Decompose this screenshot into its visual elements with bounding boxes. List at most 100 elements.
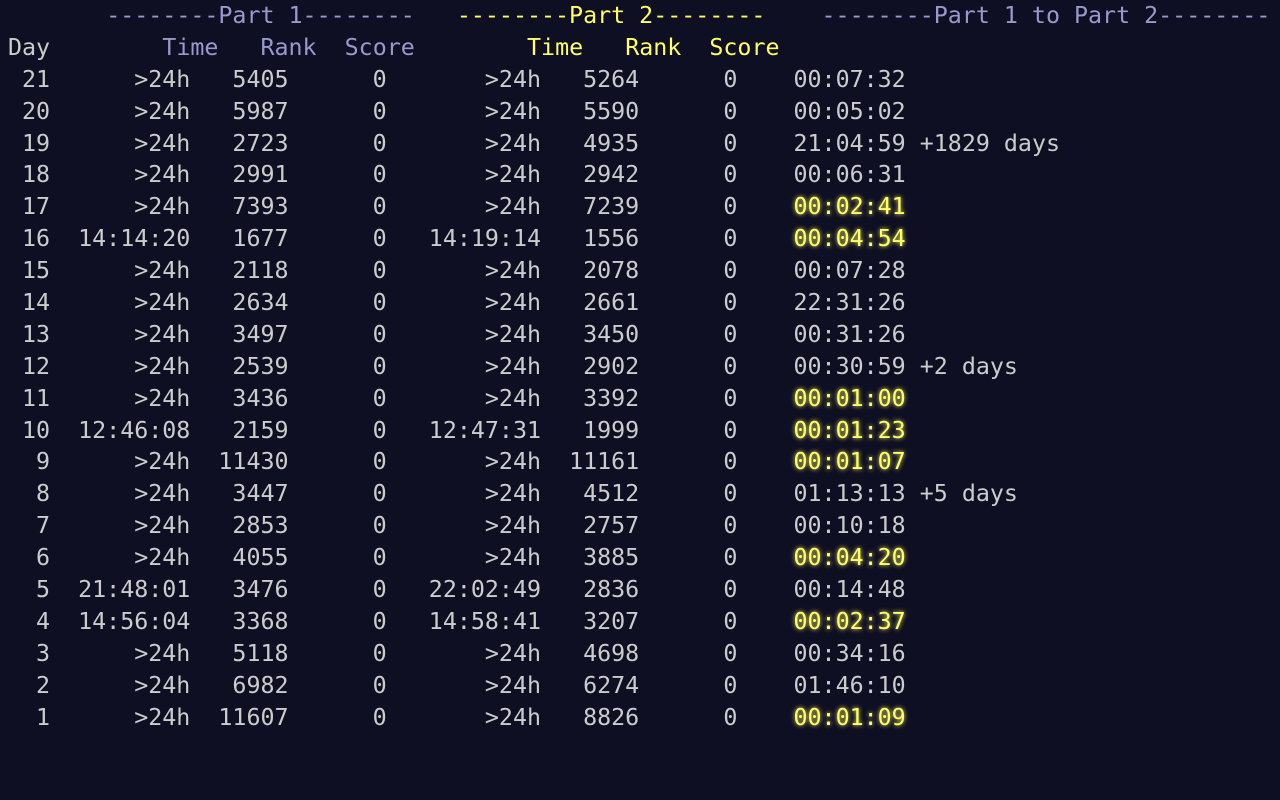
part2-score-cell: 0 — [639, 576, 738, 604]
part1-time-cell: >24h — [50, 257, 191, 285]
part2-score-cell: 0 — [639, 671, 738, 699]
table-row: 18 >24h 2991 0 >24h 2942 0 00:06:31 — [8, 159, 1270, 191]
delta-time-cell: 00:07:32 — [793, 65, 906, 93]
delta-time-cell: 01:13:13 — [793, 480, 906, 508]
part2-time-cell: >24h — [386, 161, 542, 189]
part2-rank-cell: 2836 — [541, 576, 640, 604]
part2-group-header: --------Part 2-------- — [456, 2, 766, 29]
part2-time-cell: >24h — [386, 480, 542, 508]
table-row: 13 >24h 3497 0 >24h 3450 0 00:31:26 — [8, 319, 1270, 351]
table-row: 5 21:48:01 3476 0 22:02:49 2836 0 00:14:… — [8, 574, 1270, 606]
part1-time-cell: 14:56:04 — [50, 607, 191, 635]
part2-time-cell: >24h — [386, 512, 542, 540]
part2-rank-cell: 4935 — [541, 129, 640, 157]
part1-rank-cell: 2634 — [190, 289, 289, 317]
day-cell: 1 — [8, 703, 51, 731]
part2-time-cell: 12:47:31 — [386, 416, 542, 444]
part2-rank-cell: 2078 — [541, 257, 640, 285]
day-cell: 3 — [8, 639, 51, 667]
part2-score-cell: 0 — [639, 225, 738, 253]
table-row: 12 >24h 2539 0 >24h 2902 0 00:30:59 +2 d… — [8, 351, 1270, 383]
day-column-header: Day — [8, 33, 51, 61]
part1-score-cell: 0 — [288, 225, 387, 253]
part1-rank-cell: 7393 — [190, 193, 289, 221]
part1-score-cell: 0 — [288, 320, 387, 348]
column-header-row: Day Time Rank Score Time Rank Score — [8, 32, 1270, 64]
part1-score-cell: 0 — [288, 193, 387, 221]
part1-score-cell: 0 — [288, 671, 387, 699]
part2-rank-cell: 4512 — [541, 480, 640, 508]
part2-rank-cell: 3207 — [541, 607, 640, 635]
day-cell: 6 — [8, 544, 51, 572]
table-row: 11 >24h 3436 0 >24h 3392 0 00:01:00 — [8, 383, 1270, 415]
part1-time-cell: >24h — [50, 65, 191, 93]
day-cell: 21 — [8, 65, 51, 93]
delta-time-cell: 00:30:59 — [793, 352, 906, 380]
part1-rank-cell: 2853 — [190, 512, 289, 540]
day-cell: 14 — [8, 289, 51, 317]
part2-score-cell: 0 — [639, 289, 738, 317]
day-cell: 8 — [8, 480, 51, 508]
delta-time-cell: 00:01:23 — [793, 416, 906, 444]
delta-time-cell: 00:04:54 — [793, 225, 906, 253]
part2-rank-cell: 8826 — [541, 703, 640, 731]
part2-rank-cell: 2661 — [541, 289, 640, 317]
part2-score-cell: 0 — [639, 193, 738, 221]
delta-time-cell: 00:01:00 — [793, 384, 906, 412]
part1-rank-header: Rank — [260, 33, 317, 61]
part2-time-header: Time — [527, 33, 584, 61]
table-row: 21 >24h 5405 0 >24h 5264 0 00:07:32 — [8, 64, 1270, 96]
day-cell: 2 — [8, 671, 51, 699]
part1-score-cell: 0 — [288, 448, 387, 476]
part1-time-cell: >24h — [50, 512, 191, 540]
part2-rank-cell: 7239 — [541, 193, 640, 221]
part1-time-cell: >24h — [50, 193, 191, 221]
part1-time-cell: >24h — [50, 544, 191, 572]
delta-time-cell: 00:07:28 — [793, 257, 906, 285]
day-cell: 11 — [8, 384, 51, 412]
day-cell: 19 — [8, 129, 51, 157]
delta-time-cell: 21:04:59 — [793, 129, 906, 157]
part2-time-cell: >24h — [386, 129, 542, 157]
day-cell: 10 — [8, 416, 51, 444]
part1-rank-cell: 2991 — [190, 161, 289, 189]
part1-rank-cell: 3476 — [190, 576, 289, 604]
part1-group-header: --------Part 1-------- — [106, 2, 415, 29]
delta-time-cell: 00:06:31 — [793, 161, 906, 189]
table-row: 17 >24h 7393 0 >24h 7239 0 00:02:41 — [8, 191, 1270, 223]
day-cell: 5 — [8, 576, 51, 604]
part1-rank-cell: 2118 — [190, 257, 289, 285]
part1-rank-cell: 3436 — [190, 384, 289, 412]
day-cell: 18 — [8, 161, 51, 189]
part1-time-cell: >24h — [50, 97, 191, 125]
part1-rank-cell: 5987 — [190, 97, 289, 125]
part1-rank-cell: 2723 — [190, 129, 289, 157]
delta-time-cell: 00:01:07 — [793, 448, 906, 476]
part1-rank-cell: 3497 — [190, 320, 289, 348]
delta-time-cell: 00:04:20 — [793, 544, 906, 572]
part2-score-cell: 0 — [639, 480, 738, 508]
day-cell: 7 — [8, 512, 51, 540]
part2-score-cell: 0 — [639, 639, 738, 667]
part2-time-cell: >24h — [386, 544, 542, 572]
part1-score-cell: 0 — [288, 480, 387, 508]
table-row: 10 12:46:08 2159 0 12:47:31 1999 0 00:01… — [8, 415, 1270, 447]
part1-score-header: Score — [344, 33, 415, 61]
part2-time-cell: 22:02:49 — [386, 576, 542, 604]
part1-rank-cell: 4055 — [190, 544, 289, 572]
part1-rank-cell: 6982 — [190, 671, 289, 699]
part1-score-cell: 0 — [288, 512, 387, 540]
table-row: 3 >24h 5118 0 >24h 4698 0 00:34:16 — [8, 638, 1270, 670]
part1-rank-cell: 5405 — [190, 65, 289, 93]
part2-score-cell: 0 — [639, 257, 738, 285]
part1-time-cell: >24h — [50, 384, 191, 412]
part2-rank-cell: 2757 — [541, 512, 640, 540]
table-row: 16 14:14:20 1677 0 14:19:14 1556 0 00:04… — [8, 223, 1270, 255]
part1-score-cell: 0 — [288, 129, 387, 157]
part2-score-header: Score — [709, 33, 780, 61]
part2-time-cell: >24h — [386, 448, 542, 476]
part2-rank-cell: 3450 — [541, 320, 640, 348]
table-row: 15 >24h 2118 0 >24h 2078 0 00:07:28 — [8, 255, 1270, 287]
part2-rank-cell: 4698 — [541, 639, 640, 667]
part1-rank-cell: 3368 — [190, 607, 289, 635]
